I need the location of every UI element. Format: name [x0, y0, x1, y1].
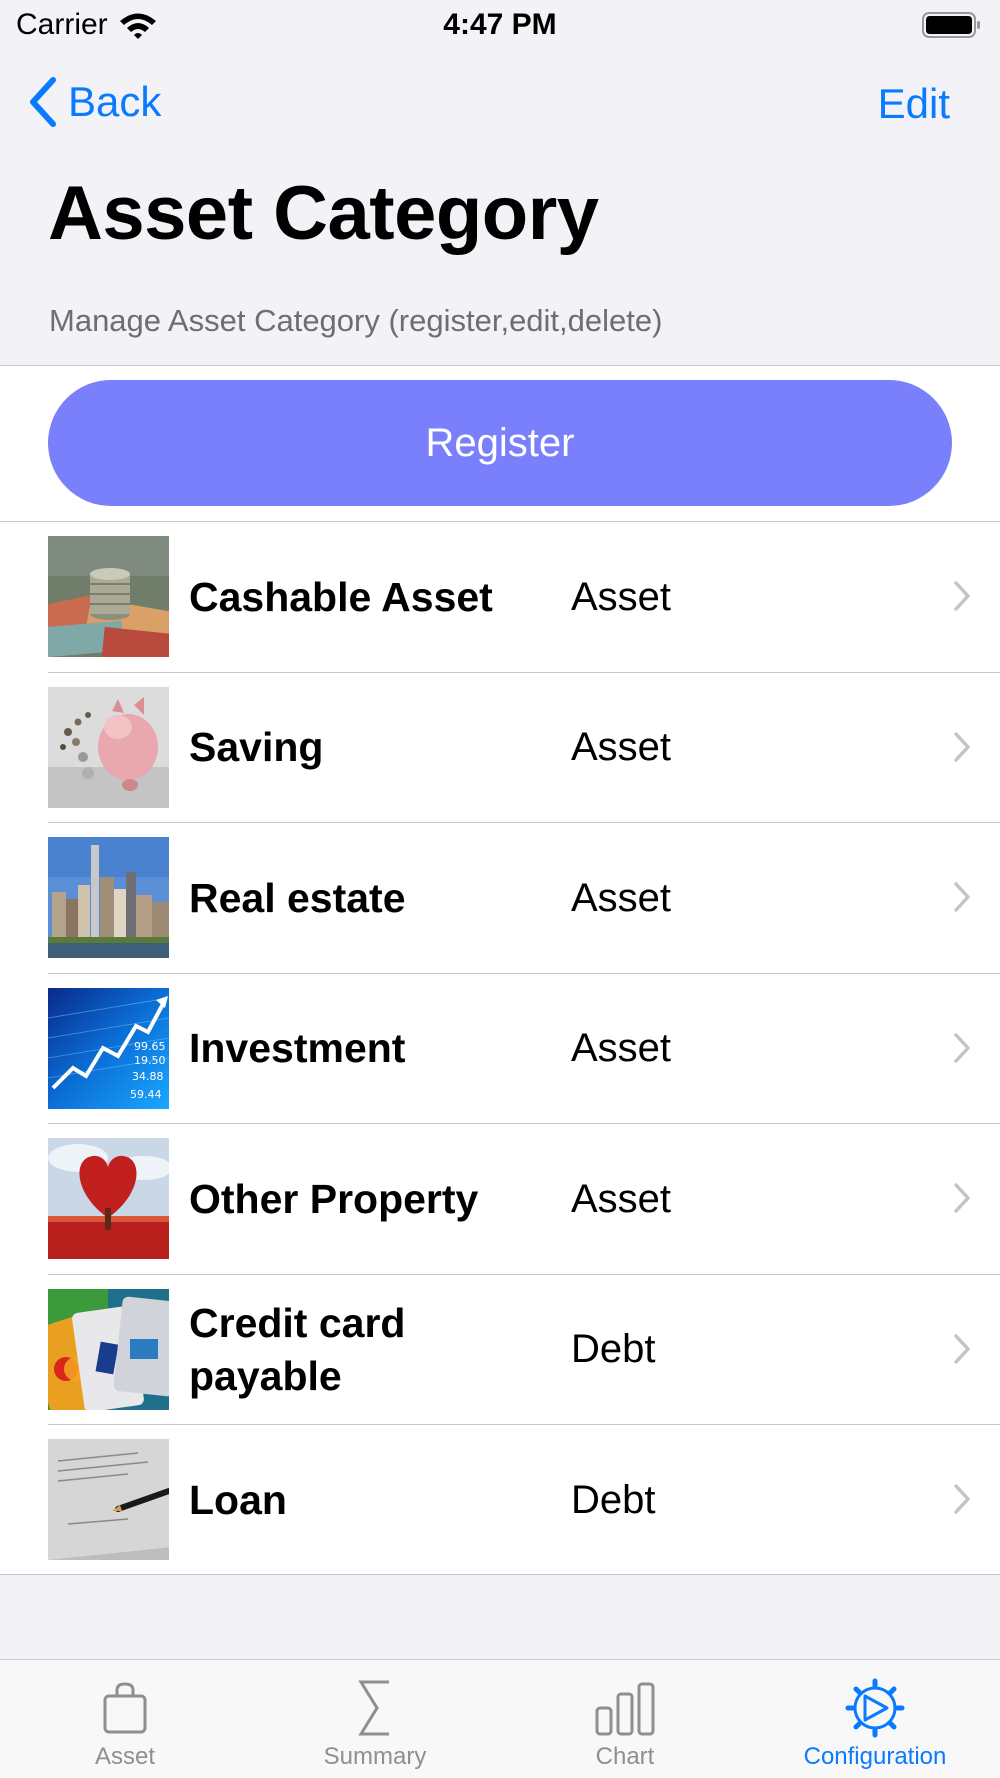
category-name: Real estate — [189, 874, 406, 921]
chevron-right-icon — [954, 1333, 970, 1364]
signature-document-image — [48, 1439, 169, 1560]
status-time: 4:47 PM — [443, 8, 557, 41]
category-type: Asset — [571, 574, 672, 619]
category-type: Debt — [571, 1327, 656, 1371]
category-type: Asset — [571, 725, 672, 769]
screen: Carrier 4:47 PM Back Edit Asset Category… — [0, 0, 1000, 1778]
chevron-right-icon — [954, 1484, 970, 1514]
category-row-credit-card-payable[interactable]: Credit card payable Debt — [48, 1275, 1000, 1425]
category-type: Asset — [571, 875, 672, 920]
page-title: Asset Category — [48, 171, 599, 256]
register-button[interactable]: Register — [48, 380, 952, 506]
investment-value: 99.65 — [134, 1040, 166, 1053]
section-description: Manage Asset Category (register,edit,del… — [49, 303, 663, 338]
category-name: Cashable Asset — [189, 573, 493, 620]
category-panel: Register Cashable Asset Asset Saving Ass… — [0, 365, 1000, 1575]
battery-icon — [922, 12, 980, 38]
sigma-icon — [358, 1680, 389, 1736]
cash-image — [48, 536, 169, 657]
investment-value: 34.88 — [132, 1070, 164, 1083]
category-type: Asset — [571, 1176, 672, 1221]
investment-value: 59.44 — [130, 1088, 162, 1101]
category-name: Investment — [189, 1025, 406, 1071]
tab-configuration[interactable]: Configuration — [750, 1660, 1000, 1778]
status-bar: Carrier 4:47 PM — [0, 0, 1000, 52]
chevron-right-icon — [954, 882, 970, 912]
tab-label: Asset — [94, 1743, 156, 1770]
piggy-bank-image — [48, 686, 169, 808]
category-list: Cashable Asset Asset Saving Asset Real e… — [0, 521, 1000, 1576]
category-row-cashable-asset[interactable]: Cashable Asset Asset — [48, 522, 1000, 673]
edit-button[interactable]: Edit — [878, 80, 950, 128]
category-type: Debt — [571, 1477, 656, 1522]
chevron-left-icon — [30, 77, 56, 127]
tab-summary[interactable]: Summary — [250, 1660, 500, 1778]
credit-cards-image — [48, 1288, 169, 1410]
tab-label: Summary — [323, 1743, 427, 1770]
tab-asset[interactable]: Asset — [0, 1660, 250, 1778]
tab-label: Chart — [595, 1743, 655, 1770]
chevron-right-icon — [954, 581, 970, 611]
investment-value: 19.50 — [134, 1054, 166, 1067]
back-button[interactable]: Back — [28, 76, 161, 128]
city-skyline-image — [48, 837, 169, 958]
category-name: Loan — [189, 1476, 287, 1523]
gear-icon — [845, 1678, 905, 1738]
tab-chart[interactable]: Chart — [500, 1660, 750, 1778]
chevron-right-icon — [954, 731, 970, 762]
stock-chart-image: 99.65 19.50 34.88 59.44 — [48, 987, 169, 1109]
category-row-loan[interactable]: Loan Debt — [48, 1425, 1000, 1576]
back-label: Back — [68, 78, 162, 125]
tab-label: Configuration — [803, 1743, 947, 1770]
category-row-saving[interactable]: Saving Asset — [48, 673, 1000, 823]
heart-tree-image — [48, 1138, 169, 1259]
bar-chart-icon — [595, 1682, 655, 1736]
category-row-real-estate[interactable]: Real estate Asset — [48, 823, 1000, 974]
chevron-right-icon — [954, 1183, 970, 1213]
category-name: Saving — [189, 724, 324, 770]
chevron-right-icon — [954, 1032, 970, 1063]
category-row-investment[interactable]: 99.65 19.50 34.88 59.44 Investment Asset — [48, 974, 1000, 1124]
category-row-other-property[interactable]: Other Property Asset — [48, 1124, 1000, 1275]
category-name: Credit card payable — [189, 1299, 406, 1399]
category-name: Other Property — [189, 1175, 479, 1222]
category-type: Asset — [571, 1026, 672, 1070]
tab-bar: Asset Summary Chart Configuration — [0, 1659, 1000, 1778]
bag-icon — [103, 1682, 147, 1734]
